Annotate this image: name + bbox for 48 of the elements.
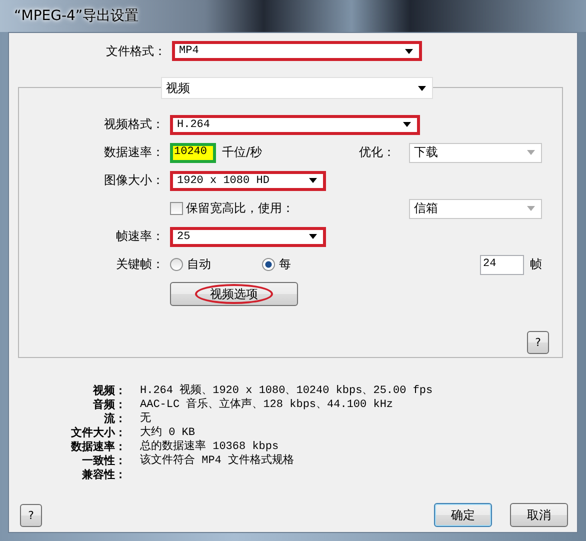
summary-label: 数据速率：: [70, 440, 126, 454]
dropdown[interactable]: 视频: [161, 77, 433, 99]
help-button[interactable]: ?: [20, 504, 42, 526]
summary-value: 无: [140, 412, 152, 426]
summary-value: 大约 0 KB: [140, 426, 196, 440]
summary-label: 一致性：: [81, 454, 126, 468]
window-title: “MPEG-4”导出设置: [14, 7, 139, 25]
field-label: 文件格式：: [105, 42, 166, 60]
dropdown-arrow-icon: [309, 178, 317, 183]
dropdown-arrow-icon: [527, 150, 535, 155]
field-label: 关键帧：: [115, 256, 164, 273]
dropdown-arrow-icon: [418, 86, 426, 90]
dropdown-arrow-icon: [403, 122, 411, 127]
summary-value: 总的数据速率 10368 kbps: [140, 440, 280, 454]
dropdown[interactable]: 1920 x 1080 HD: [170, 170, 326, 190]
field-label: 数据速率：: [103, 144, 164, 161]
dropdown-arrow-icon: [527, 206, 535, 211]
video-options-button[interactable]: 视频选项: [170, 282, 298, 306]
summary-value: H.264 视频、1920 x 1080、10240 kbps、25.00 fps: [140, 384, 434, 398]
summary-label: 文件大小：: [70, 426, 126, 440]
dropdown[interactable]: 25: [170, 226, 326, 246]
dropdown[interactable]: MP4: [172, 41, 422, 61]
unit-label: 帧: [530, 256, 542, 273]
help-button[interactable]: ?: [527, 331, 549, 354]
field-label: 优化：: [359, 144, 395, 161]
cancel-button[interactable]: 取消: [510, 503, 568, 527]
checkbox[interactable]: [170, 202, 183, 215]
summary-label: 流：: [103, 412, 126, 426]
dropdown-arrow-icon: [405, 48, 413, 54]
field-label: 图像大小：: [103, 172, 164, 189]
unit-label: 千位/秒: [222, 144, 262, 161]
radio-button[interactable]: [170, 258, 183, 271]
summary-label: 兼容性：: [81, 468, 126, 482]
dropdown-arrow-icon: [309, 234, 317, 239]
ok-button[interactable]: 确定: [434, 503, 492, 527]
radio-button[interactable]: [262, 258, 275, 271]
summary-label: 视频：: [92, 384, 126, 398]
dropdown[interactable]: H.264: [170, 114, 420, 134]
summary-value: AAC-LC 音乐、立体声、128 kbps、44.100 kHz: [140, 398, 394, 412]
input-field[interactable]: 10240: [170, 142, 216, 162]
field-label: 帧速率：: [115, 228, 164, 245]
summary-label: 音频：: [92, 398, 126, 412]
radio-label: 每: [279, 256, 291, 273]
input-field[interactable]: 24: [480, 254, 524, 274]
radio-label: 自动: [187, 256, 211, 273]
checkbox-label: 保留宽高比，使用：: [186, 200, 294, 217]
field-label: 视频格式：: [103, 116, 164, 133]
summary-value: 该文件符合 MP4 文件格式规格: [140, 454, 296, 468]
